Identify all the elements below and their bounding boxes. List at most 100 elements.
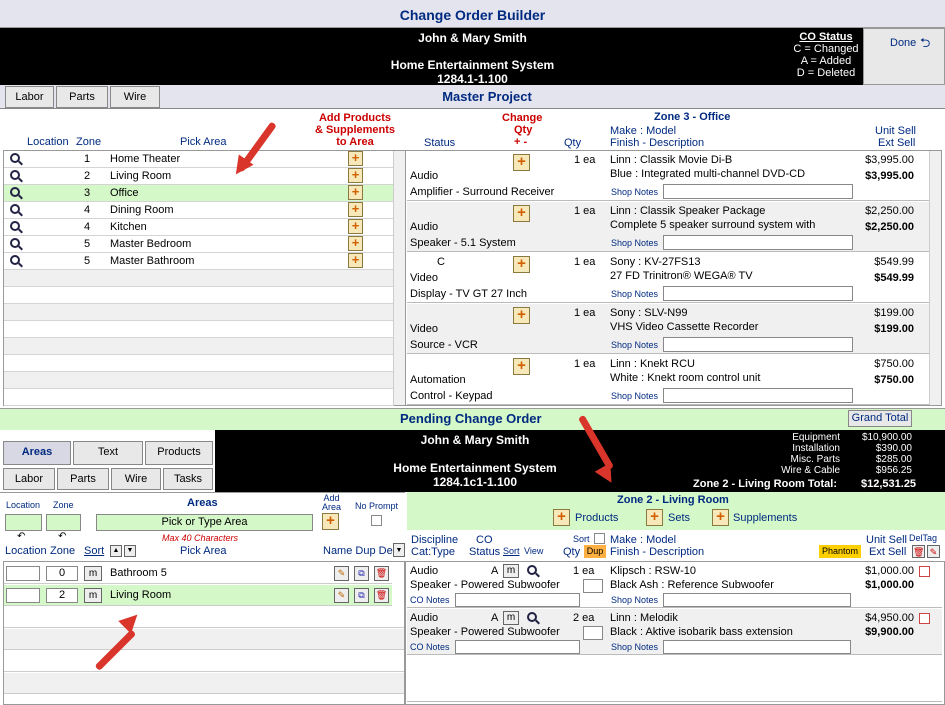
change-qty-plus-icon[interactable]: + — [513, 205, 530, 222]
deltag-checkbox[interactable] — [919, 613, 930, 624]
area-row[interactable]: 2 Living Room + — [4, 168, 394, 185]
pending-zone-input[interactable]: 0 — [46, 566, 78, 581]
tab-products[interactable]: Products — [145, 441, 213, 465]
pick-area-input[interactable]: Pick or Type Area — [96, 514, 313, 531]
delete-icon[interactable]: 🗑 — [374, 566, 389, 581]
add-to-area-button[interactable]: + — [348, 168, 363, 183]
tab-pending-tasks[interactable]: Tasks — [163, 468, 213, 490]
tab-labor[interactable]: Labor — [5, 86, 54, 108]
delete-icon[interactable]: 🗑 — [374, 588, 389, 603]
edit-tag-icon[interactable]: ✎ — [927, 545, 940, 558]
add-to-area-button[interactable]: + — [348, 202, 363, 217]
finish-desc-header: Finish - Description — [610, 137, 705, 149]
pending-item-discipline: Audio — [410, 565, 439, 577]
deltag-checkbox[interactable] — [919, 566, 930, 577]
zone2-supplements-link[interactable]: Supplements — [733, 512, 797, 524]
area-list-scrollbar[interactable] — [393, 151, 405, 405]
magnify-icon[interactable] — [10, 153, 20, 163]
area-row[interactable]: 4 Kitchen + — [4, 219, 394, 236]
sort-checkbox[interactable] — [594, 533, 605, 544]
delete-all-icon[interactable]: 🗑 — [912, 545, 925, 558]
location-input[interactable] — [5, 514, 42, 531]
zone-sort-icon[interactable]: ↶ — [58, 531, 66, 542]
m-button[interactable]: m — [84, 566, 102, 581]
tab-pending-parts[interactable]: Parts — [57, 468, 109, 490]
rename-icon[interactable]: ✎ — [334, 566, 349, 581]
magnify-icon[interactable] — [10, 255, 20, 265]
shop-notes-input[interactable] — [663, 337, 853, 352]
co-notes-input[interactable] — [455, 593, 580, 607]
pending-area-row[interactable]: 0 m Bathroom 5 ✎ ⧉ 🗑 — [4, 563, 392, 584]
m-button[interactable]: m — [84, 588, 102, 603]
pending-zone-input[interactable]: 2 — [46, 588, 78, 603]
shop-notes-label: Shop Notes — [611, 391, 659, 401]
area-row[interactable]: 5 Master Bedroom + — [4, 236, 394, 253]
magnify-icon[interactable] — [10, 238, 20, 248]
pending-location-input[interactable] — [6, 588, 40, 603]
sort-down-icon[interactable]: ▼ — [124, 545, 136, 557]
area-row[interactable]: 1 Home Theater + — [4, 151, 394, 168]
pending-area-name: Living Room — [110, 589, 172, 601]
add-to-area-button[interactable]: + — [348, 219, 363, 234]
tab-pending-labor[interactable]: Labor — [3, 468, 55, 490]
shop-notes-input[interactable] — [663, 184, 853, 199]
area-row[interactable]: 4 Dining Room + — [4, 202, 394, 219]
zone2-sets-link[interactable]: Sets — [668, 512, 690, 524]
m-button[interactable]: m — [503, 611, 519, 625]
shop-notes-input[interactable] — [663, 235, 853, 250]
master-item-scrollbar[interactable] — [929, 151, 941, 405]
dup-input[interactable] — [583, 626, 603, 640]
sort-link[interactable]: Sort — [84, 545, 104, 557]
add-to-area-button[interactable]: + — [348, 151, 363, 166]
magnify-icon[interactable] — [10, 221, 20, 231]
tab-text[interactable]: Text — [73, 441, 143, 465]
tab-pending-wire[interactable]: Wire — [111, 468, 161, 490]
item-qty: 1 ea — [574, 154, 596, 166]
grand-total-button[interactable]: Grand Total — [848, 410, 912, 427]
shop-notes-input[interactable] — [663, 388, 853, 403]
add-sets-icon[interactable]: + — [646, 509, 663, 526]
rename-icon[interactable]: ✎ — [334, 588, 349, 603]
dropdown-icon[interactable]: ▼ — [393, 543, 405, 557]
pending-area-row[interactable]: 2 m Living Room ✎ ⧉ 🗑 — [4, 585, 392, 606]
zone2-sort-link[interactable]: Sort — [503, 546, 520, 556]
area-row[interactable]: 5 Master Bathroom + — [4, 253, 394, 270]
add-to-area-button[interactable]: + — [348, 236, 363, 251]
change-qty-plus-icon[interactable]: + — [513, 307, 530, 324]
item-description: White : Knekt room control unit — [610, 372, 761, 384]
add-products-icon[interactable]: + — [553, 509, 570, 526]
magnify-icon[interactable] — [527, 612, 537, 622]
shop-notes-input[interactable] — [663, 593, 851, 607]
change-qty-plus-icon[interactable]: + — [513, 154, 530, 171]
shop-notes-input[interactable] — [663, 640, 851, 654]
duplicate-icon[interactable]: ⧉ — [354, 588, 369, 603]
tab-wire[interactable]: Wire — [110, 86, 160, 108]
done-button[interactable]: Done ⮌ — [863, 28, 945, 85]
area-row[interactable]: 3 Office + — [4, 185, 394, 202]
add-to-area-button[interactable]: + — [348, 253, 363, 268]
sort-up-icon[interactable]: ▲ — [110, 545, 122, 557]
m-button[interactable]: m — [503, 564, 519, 578]
item-make-model: Linn : Classik Speaker Package — [610, 205, 766, 217]
change-qty-plus-icon[interactable]: + — [513, 358, 530, 375]
magnify-icon[interactable] — [10, 170, 20, 180]
item-ext-sell: $750.00 — [874, 374, 914, 386]
pending-location-input[interactable] — [6, 566, 40, 581]
shop-notes-input[interactable] — [663, 286, 853, 301]
magnify-icon[interactable] — [527, 565, 537, 575]
zone2-products-link[interactable]: Products — [575, 512, 618, 524]
no-prompt-checkbox[interactable] — [371, 515, 382, 526]
co-notes-input[interactable] — [455, 640, 580, 654]
add-to-area-button[interactable]: + — [348, 185, 363, 200]
zone-input[interactable] — [46, 514, 81, 531]
add-supplements-icon[interactable]: + — [712, 509, 729, 526]
add-area-button[interactable]: + — [322, 513, 339, 530]
tab-areas[interactable]: Areas — [3, 441, 71, 465]
duplicate-icon[interactable]: ⧉ — [354, 566, 369, 581]
location-sort-icon[interactable]: ↶ — [17, 531, 25, 542]
tab-parts[interactable]: Parts — [56, 86, 108, 108]
change-qty-plus-icon[interactable]: + — [513, 256, 530, 273]
magnify-icon[interactable] — [10, 204, 20, 214]
dup-input[interactable] — [583, 579, 603, 593]
magnify-icon[interactable] — [10, 187, 20, 197]
